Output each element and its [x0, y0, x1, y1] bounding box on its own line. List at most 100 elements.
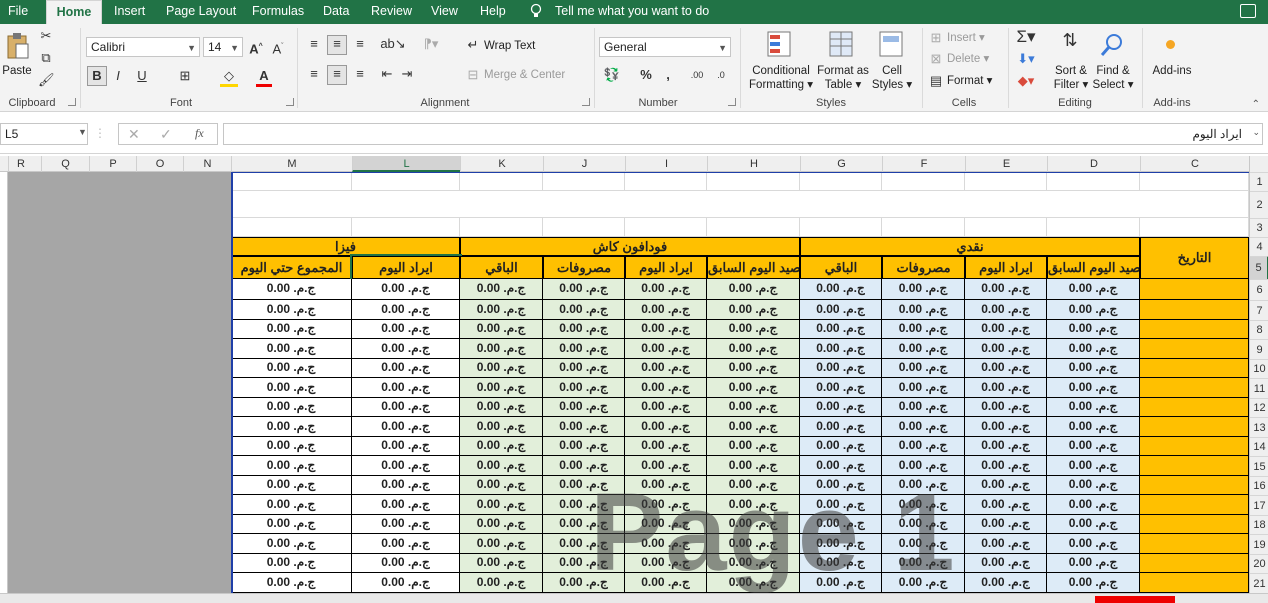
cash-value-cell[interactable]: ج.م. 0.00	[882, 554, 965, 573]
format-as-table-button[interactable]: Format as Table ▾	[816, 64, 870, 92]
currency-icon[interactable]: 💱	[601, 67, 623, 83]
vodafone-value-cell[interactable]: ج.م. 0.00	[625, 398, 707, 417]
date-cell[interactable]	[1140, 279, 1249, 300]
cash-value-cell[interactable]: ج.م. 0.00	[1047, 320, 1140, 339]
empty-cell[interactable]	[965, 172, 1047, 191]
vodafone-value-cell[interactable]: ج.م. 0.00	[460, 437, 543, 456]
vodafone-value-cell[interactable]: ج.م. 0.00	[543, 300, 625, 320]
row-header-17[interactable]: 17	[1250, 495, 1268, 515]
empty-merged-row[interactable]	[231, 191, 1249, 218]
cash-value-cell[interactable]: ج.م. 0.00	[800, 495, 882, 515]
cash-value-cell[interactable]: ج.م. 0.00	[1047, 339, 1140, 359]
date-cell[interactable]	[1140, 339, 1249, 359]
visa-subheader[interactable]: المجموع حتي اليوم	[231, 256, 352, 279]
cash-value-cell[interactable]: ج.م. 0.00	[1047, 476, 1140, 495]
vodafone-value-cell[interactable]: ج.م. 0.00	[707, 495, 800, 515]
date-cell[interactable]	[1140, 378, 1249, 398]
tab-home[interactable]: Home	[46, 0, 102, 24]
vodafone-value-cell[interactable]: ج.م. 0.00	[625, 573, 707, 593]
cash-value-cell[interactable]: ج.م. 0.00	[965, 476, 1047, 495]
cash-value-cell[interactable]: ج.م. 0.00	[800, 300, 882, 320]
cash-value-cell[interactable]: ج.م. 0.00	[800, 554, 882, 573]
vodafone-value-cell[interactable]: ج.م. 0.00	[543, 515, 625, 534]
visa-value-cell[interactable]: ج.م. 0.00	[231, 300, 352, 320]
format-painter-icon[interactable]: 🖌	[38, 72, 55, 88]
font-name-select[interactable]: Calibri ▼	[86, 37, 200, 57]
cash-value-cell[interactable]: ج.م. 0.00	[882, 476, 965, 495]
find-select-button[interactable]: Find & Select ▾	[1090, 64, 1136, 92]
cash-value-cell[interactable]: ج.م. 0.00	[965, 279, 1047, 300]
visa-value-cell[interactable]: ج.م. 0.00	[352, 417, 460, 437]
shrink-font-icon[interactable]: Aˇ	[270, 39, 286, 57]
empty-cell[interactable]	[543, 218, 625, 237]
vodafone-value-cell[interactable]: ج.م. 0.00	[543, 534, 625, 554]
conditional-formatting-button[interactable]: Conditional Formatting ▾	[746, 64, 816, 92]
vodafone-value-cell[interactable]: ج.م. 0.00	[707, 300, 800, 320]
row-header-1[interactable]: 1	[1250, 172, 1268, 191]
visa-value-cell[interactable]: ج.م. 0.00	[352, 339, 460, 359]
empty-cell[interactable]	[352, 218, 460, 237]
cash-value-cell[interactable]: ج.م. 0.00	[1047, 417, 1140, 437]
align-left-icon[interactable]: ≡	[305, 66, 323, 82]
vodafone-value-cell[interactable]: ج.م. 0.00	[707, 573, 800, 593]
row-header-21[interactable]: 21	[1250, 573, 1268, 593]
vodafone-value-cell[interactable]: ج.م. 0.00	[625, 378, 707, 398]
percent-icon[interactable]: %	[638, 67, 654, 83]
date-header[interactable]: التاريخ	[1140, 237, 1249, 279]
borders-icon[interactable]: ⊞	[176, 68, 194, 84]
sort-filter-button[interactable]: Sort & Filter ▾	[1048, 64, 1094, 92]
cash-value-cell[interactable]: ج.م. 0.00	[800, 437, 882, 456]
tab-data[interactable]: Data	[323, 0, 349, 24]
visa-value-cell[interactable]: ج.م. 0.00	[352, 378, 460, 398]
increase-decimal-icon[interactable]: .00	[688, 67, 706, 83]
column-header-j[interactable]: J	[543, 156, 625, 172]
cash-value-cell[interactable]: ج.م. 0.00	[800, 359, 882, 378]
cell-styles-icon[interactable]	[878, 30, 906, 58]
cash-value-cell[interactable]: ج.م. 0.00	[882, 339, 965, 359]
vodafone-value-cell[interactable]: ج.م. 0.00	[460, 320, 543, 339]
visa-value-cell[interactable]: ج.م. 0.00	[231, 554, 352, 573]
group-header-vodafone[interactable]: فودافون كاش	[460, 237, 800, 256]
visa-value-cell[interactable]: ج.م. 0.00	[352, 279, 460, 300]
vodafone-value-cell[interactable]: ج.م. 0.00	[625, 359, 707, 378]
date-cell[interactable]	[1140, 476, 1249, 495]
empty-cell[interactable]	[707, 172, 800, 191]
row-header-14[interactable]: 14	[1250, 437, 1268, 456]
column-header-o[interactable]: O	[136, 156, 183, 172]
vodafone-subheader[interactable]: مصروفات	[543, 256, 625, 279]
cash-value-cell[interactable]: ج.م. 0.00	[1047, 378, 1140, 398]
cash-subheader[interactable]: الباقي	[800, 256, 882, 279]
collapse-ribbon-icon[interactable]: ⌃	[1252, 99, 1260, 110]
align-center-icon[interactable]: ≡	[327, 65, 347, 85]
wrap-text-button[interactable]: Wrap Text	[484, 38, 535, 54]
visa-value-cell[interactable]: ج.م. 0.00	[352, 456, 460, 476]
cash-value-cell[interactable]: ج.م. 0.00	[1047, 534, 1140, 554]
cash-value-cell[interactable]: ج.م. 0.00	[800, 398, 882, 417]
empty-cell[interactable]	[625, 172, 707, 191]
increase-indent-icon[interactable]: ⇥	[398, 66, 416, 82]
cash-value-cell[interactable]: ج.م. 0.00	[800, 339, 882, 359]
vodafone-value-cell[interactable]: ج.م. 0.00	[460, 476, 543, 495]
row-header-3[interactable]: 3	[1250, 218, 1268, 237]
cash-value-cell[interactable]: ج.م. 0.00	[965, 359, 1047, 378]
decrease-indent-icon[interactable]: ⇤	[378, 66, 396, 82]
row-header-5[interactable]: 5	[1250, 256, 1268, 279]
decrease-decimal-icon[interactable]: .0	[712, 67, 730, 83]
row-header-13[interactable]: 13	[1250, 417, 1268, 437]
tab-review[interactable]: Review	[371, 0, 412, 24]
date-cell[interactable]	[1140, 437, 1249, 456]
cash-value-cell[interactable]: ج.م. 0.00	[965, 495, 1047, 515]
column-header-c[interactable]: C	[1140, 156, 1249, 172]
tab-help[interactable]: Help	[480, 0, 506, 24]
vodafone-value-cell[interactable]: ج.م. 0.00	[707, 417, 800, 437]
vodafone-value-cell[interactable]: ج.م. 0.00	[625, 279, 707, 300]
date-cell[interactable]	[1140, 515, 1249, 534]
addins-button[interactable]: Add-ins	[1146, 64, 1198, 78]
cash-value-cell[interactable]: ج.م. 0.00	[965, 554, 1047, 573]
vodafone-value-cell[interactable]: ج.م. 0.00	[543, 437, 625, 456]
cash-value-cell[interactable]: ج.م. 0.00	[800, 378, 882, 398]
cash-value-cell[interactable]: ج.م. 0.00	[882, 534, 965, 554]
date-cell[interactable]	[1140, 456, 1249, 476]
visa-value-cell[interactable]: ج.م. 0.00	[231, 417, 352, 437]
cash-value-cell[interactable]: ج.م. 0.00	[882, 495, 965, 515]
